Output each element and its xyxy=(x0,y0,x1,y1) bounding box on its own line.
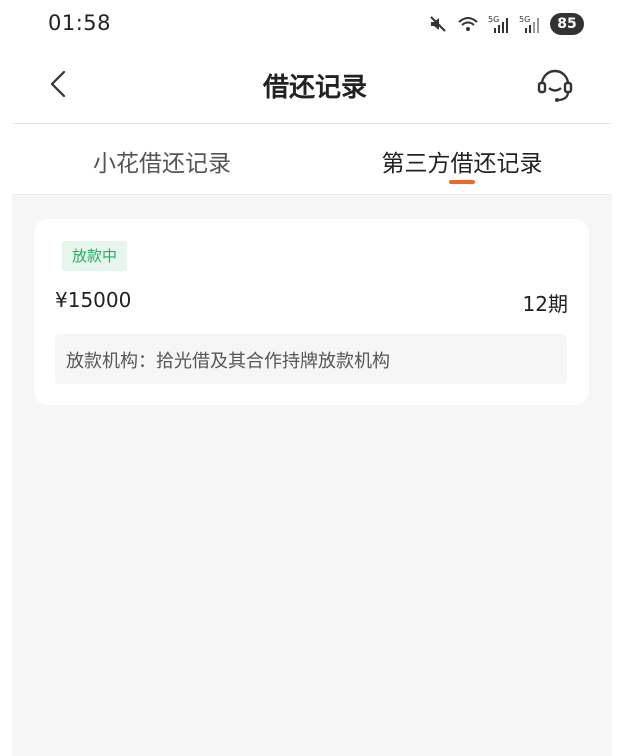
status-badge: 放款中 xyxy=(62,241,128,271)
mute-icon xyxy=(428,14,448,34)
institution-text: 放款机构：拾光借及其合作持牌放款机构 xyxy=(66,351,390,372)
wifi-icon xyxy=(457,14,479,34)
svg-text:5G: 5G xyxy=(488,15,499,24)
signal-5g-icon: 5G xyxy=(488,14,510,34)
loan-term: 12期 xyxy=(522,292,568,316)
status-time: 01:58 xyxy=(48,11,112,35)
loan-record-card[interactable]: 放款中 ¥15000 12期 放款机构：拾光借及其合作持牌放款机构 xyxy=(34,219,589,405)
tab-label: 第三方借还记录 xyxy=(381,151,543,177)
nav-bar: 借还记录 xyxy=(0,50,630,122)
svg-text:5G: 5G xyxy=(519,15,530,24)
signal-5g-icon: 5G xyxy=(519,14,541,34)
status-icons: 5G 5G 85 xyxy=(428,13,584,35)
headset-icon xyxy=(537,69,573,102)
status-bar: 01:58 5G 5G 85 xyxy=(0,0,630,48)
customer-service-button[interactable] xyxy=(533,62,577,106)
tab-third-party-records[interactable]: 第三方借还记录 xyxy=(312,124,612,194)
active-tab-indicator xyxy=(449,180,475,184)
loan-amount: ¥15000 xyxy=(55,288,132,312)
tab-xiaohua-records[interactable]: 小花借还记录 xyxy=(12,124,312,194)
tab-label: 小花借还记录 xyxy=(93,151,231,177)
tab-bar: 小花借还记录 第三方借还记录 xyxy=(12,124,612,194)
battery-icon: 85 xyxy=(550,13,584,35)
records-list: 放款中 ¥15000 12期 放款机构：拾光借及其合作持牌放款机构 xyxy=(12,194,612,756)
institution-box: 放款机构：拾光借及其合作持牌放款机构 xyxy=(55,334,567,384)
